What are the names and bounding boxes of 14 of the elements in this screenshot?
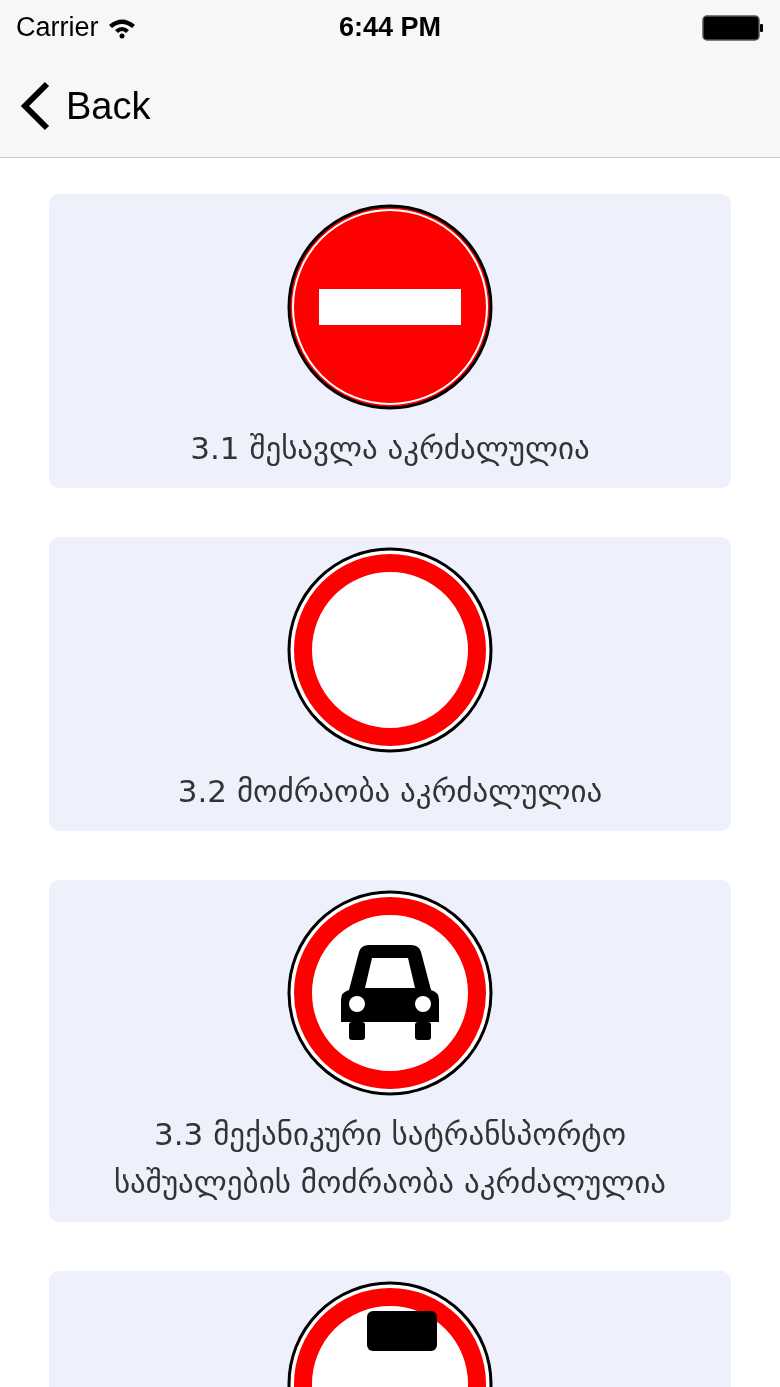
sign-card[interactable]: 3.1 შესავლა აკრძალულია	[49, 194, 731, 488]
sign-card[interactable]: 3.3 მექანიკური სატრანსპორტო საშუალების მოძრაობა აკრძალულია	[49, 880, 731, 1222]
battery-icon	[702, 14, 764, 41]
carrier-label: Carrier	[16, 11, 99, 45]
sign-title: 3.1 შესავლა აკრძალულია	[189, 429, 591, 468]
sign-title: 3.3 მექანიკური სატრანსპორტო საშუალების მოძრაობა აკრძალულია	[112, 1115, 668, 1202]
car-sign-icon	[287, 890, 493, 1096]
status-time: 6:44 PM	[339, 11, 441, 45]
no-entry-sign-icon	[287, 204, 493, 410]
no-traffic-sign-icon	[287, 547, 493, 753]
sign-card[interactable]: 3.2 მოძრაობა აკრძალულია	[49, 537, 731, 831]
sign-title: 3.2 მოძრაობა აკრძალულია	[176, 772, 604, 811]
back-button[interactable]: Back	[18, 77, 151, 135]
chevron-left-icon	[18, 80, 52, 132]
